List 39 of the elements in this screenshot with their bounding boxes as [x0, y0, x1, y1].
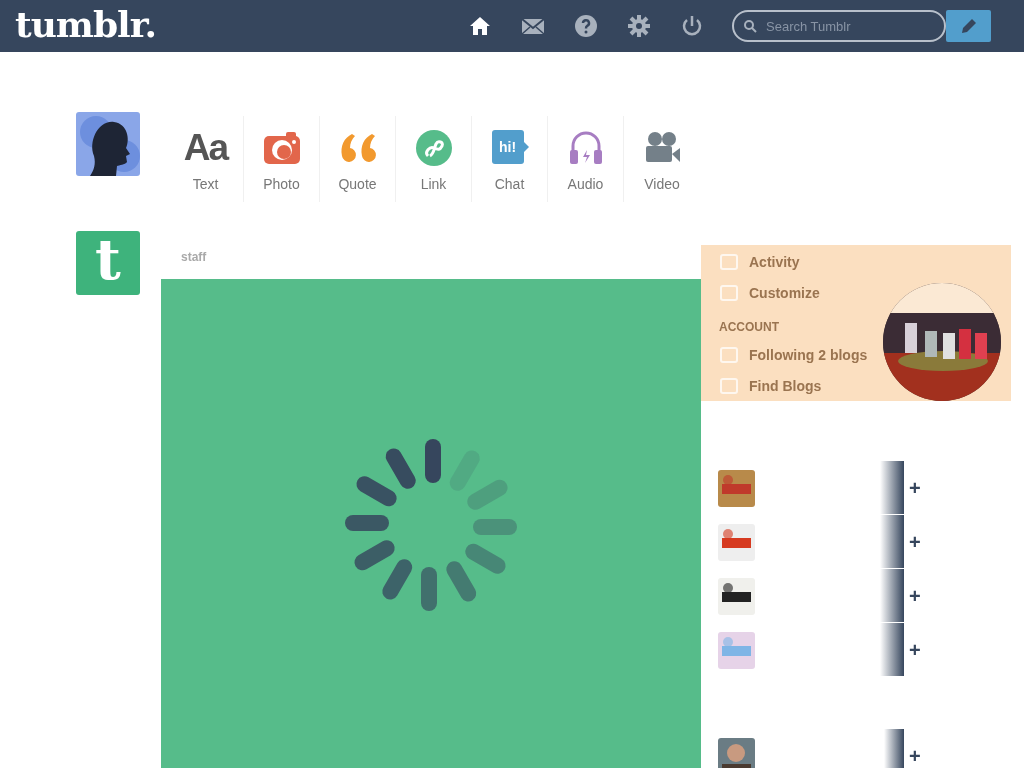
menu-item[interactable]: Activity [749, 251, 800, 273]
logo: tumblr. [15, 6, 156, 42]
menu-item-icon [719, 284, 739, 302]
section-heading: ACCOUNT [719, 319, 779, 336]
menu-item-icon [719, 253, 739, 271]
power-icon[interactable] [680, 14, 704, 38]
fade-bar [880, 623, 904, 676]
follow-button[interactable]: + [906, 532, 924, 552]
help-icon[interactable] [574, 14, 598, 38]
fade-bar [880, 515, 904, 568]
post-type-button[interactable]: Link [396, 116, 472, 202]
search-icon [744, 20, 757, 33]
menu-item[interactable]: Following 2 blogs [749, 344, 868, 366]
link-icon [413, 128, 454, 168]
post-type-button[interactable]: Aa Text [168, 116, 244, 202]
post-type-button[interactable]: Quote [320, 116, 396, 202]
fade-bar [880, 461, 904, 514]
post-type-button[interactable]: Video [624, 116, 700, 202]
menu-item[interactable]: Find Blogs [749, 375, 822, 397]
search-field[interactable]: Search Tumblr [732, 10, 946, 42]
loading-spinner-icon [343, 437, 519, 613]
follow-button[interactable]: + [906, 586, 924, 606]
avatar[interactable] [76, 112, 140, 176]
settings-icon[interactable] [627, 14, 651, 38]
post-type-button[interactable]: Audio [548, 116, 624, 202]
follow-button[interactable]: + [906, 478, 924, 498]
post-type-button[interactable]: hi! Chat [472, 116, 548, 202]
follow-button[interactable]: + [906, 640, 924, 660]
compose-button[interactable] [946, 10, 991, 42]
fade-bar [884, 729, 904, 768]
fade-bar [880, 569, 904, 622]
menu-item-icon [719, 346, 739, 364]
home-icon[interactable] [468, 14, 492, 38]
blog-logo: t [76, 231, 140, 295]
menu-item[interactable]: Customize [749, 282, 820, 304]
chat-text: hi! [497, 138, 518, 156]
menu-item-icon [719, 377, 739, 395]
post-type-button[interactable]: Photo [244, 116, 320, 202]
follow-button[interactable]: + [906, 746, 924, 766]
